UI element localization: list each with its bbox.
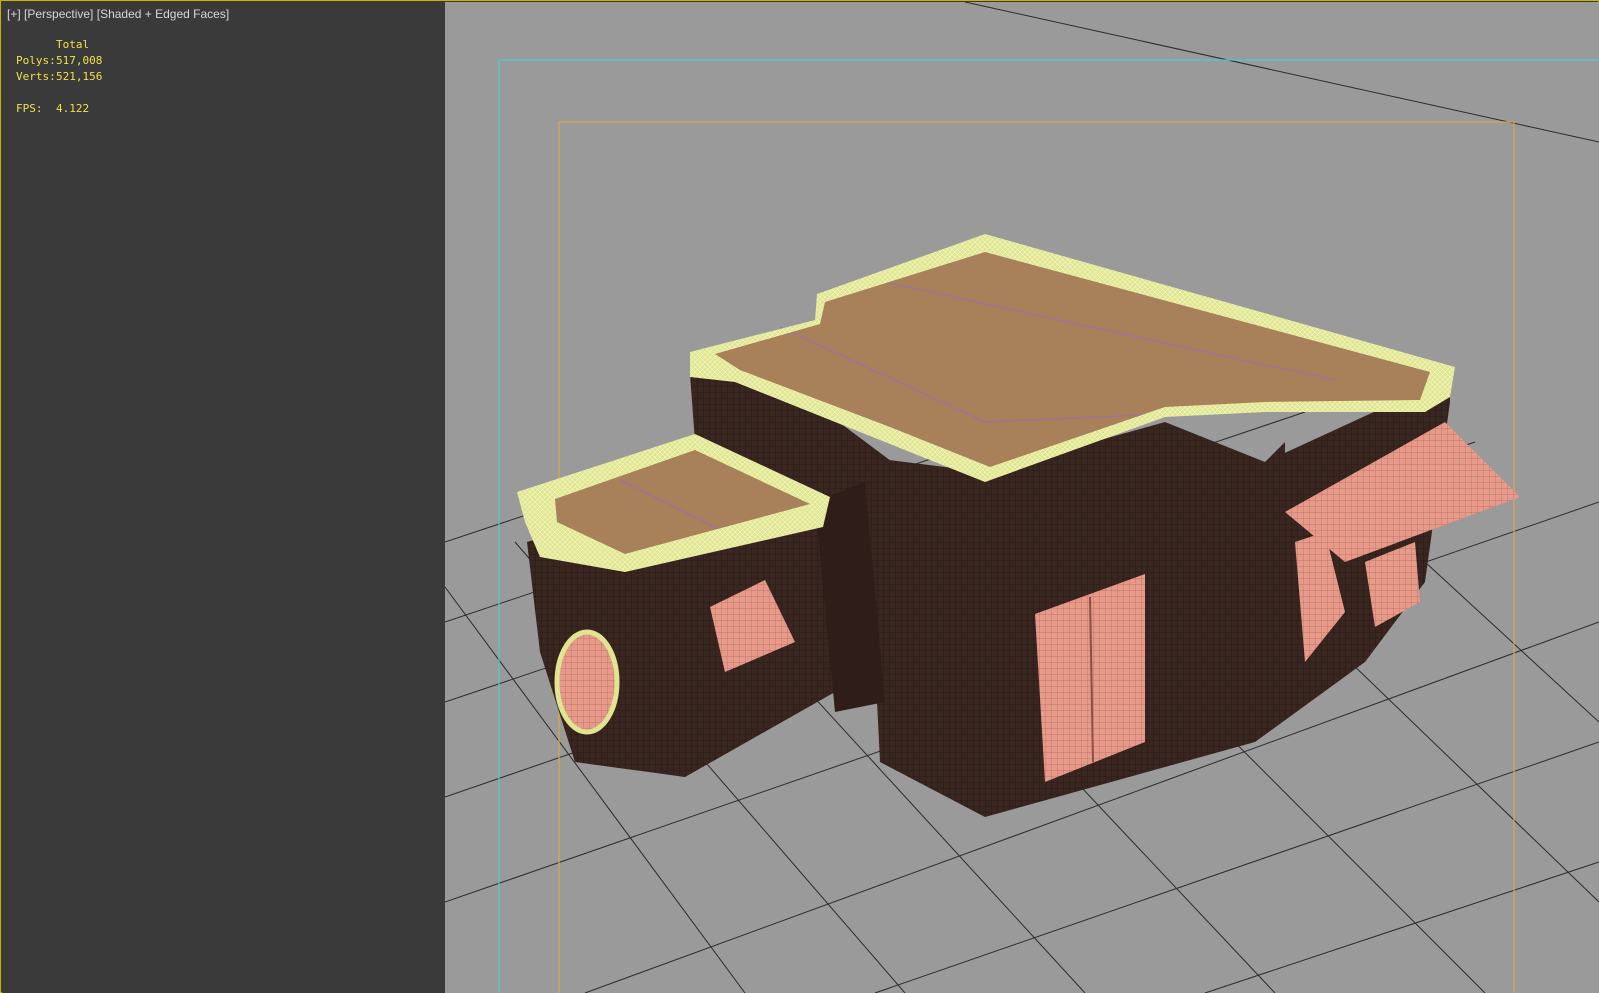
fps-value: 4.122 <box>56 102 90 115</box>
perspective-scene[interactable] <box>445 2 1599 993</box>
fps-label: FPS: <box>16 102 43 115</box>
shading-menu-button[interactable]: [Shaded + Edged Faces] <box>97 7 229 21</box>
stats-panel: [+] [Perspective] [Shaded + Edged Faces]… <box>2 2 445 993</box>
verts-value: 521,156 <box>56 70 103 83</box>
statistics-overlay: Total Polys: 517,008 Verts: 521,156 FPS:… <box>16 37 102 117</box>
verts-label: Verts: <box>16 70 56 83</box>
polys-label: Polys: <box>16 54 56 67</box>
viewport-label: [+] [Perspective] [Shaded + Edged Faces] <box>7 7 229 21</box>
scene-canvas <box>445 2 1599 993</box>
polys-value: 517,008 <box>56 54 103 67</box>
stats-header: Total <box>56 38 90 51</box>
view-menu-button[interactable]: [Perspective] <box>24 7 93 21</box>
viewport[interactable]: [+] [Perspective] [Shaded + Edged Faces]… <box>0 0 1599 993</box>
viewport-menu-button[interactable]: [+] <box>7 7 21 21</box>
building-model[interactable] <box>517 234 1520 817</box>
arched-door <box>554 629 620 735</box>
